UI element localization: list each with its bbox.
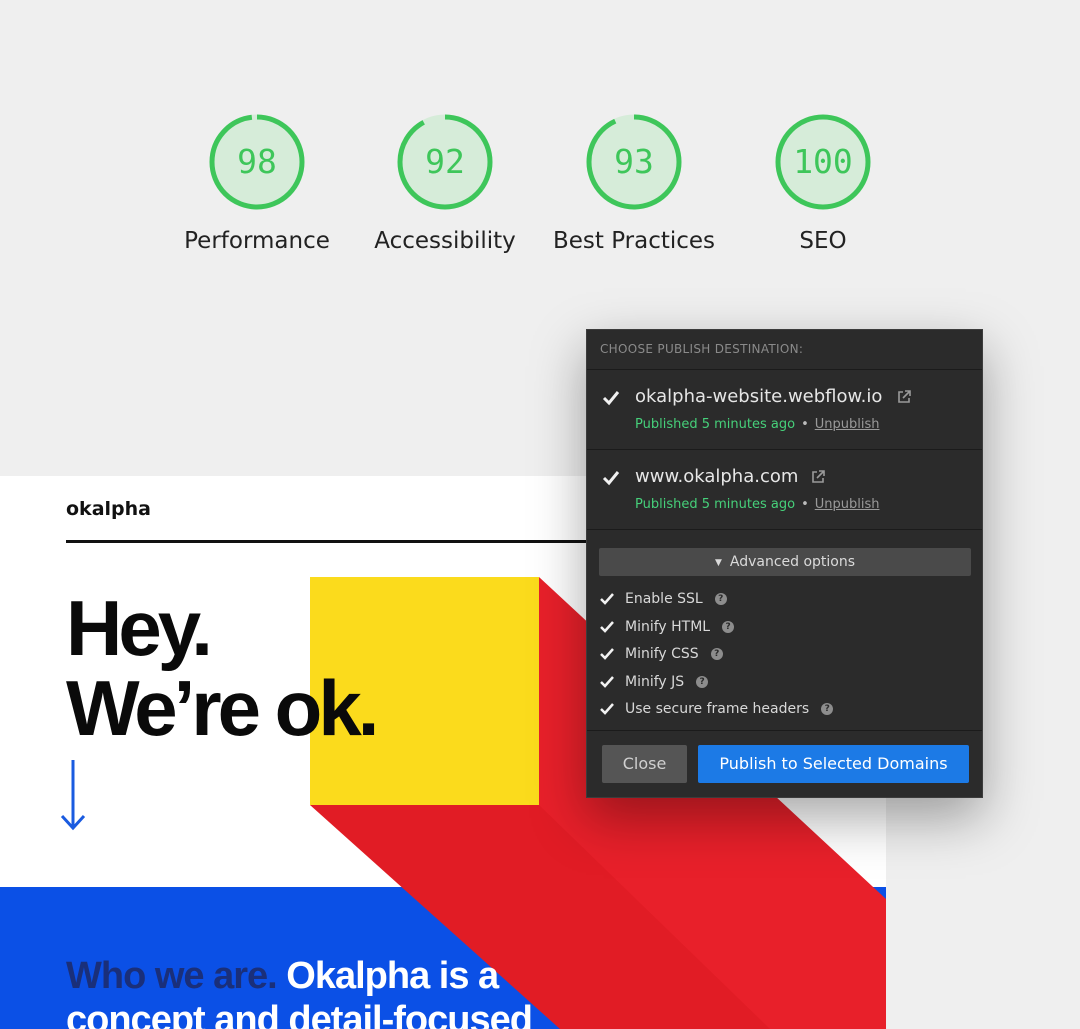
option-checkbox[interactable] xyxy=(599,674,615,690)
down-arrow-icon[interactable] xyxy=(60,756,86,832)
publish-button[interactable]: Publish to Selected Domains xyxy=(698,745,969,783)
domain-row: www.okalpha.com Published 5 minutes ago •… xyxy=(587,450,982,530)
option-label: Use secure frame headers xyxy=(625,701,810,717)
status-separator: • xyxy=(801,417,809,432)
status-separator: • xyxy=(801,497,809,512)
score-seo: 100 SEO xyxy=(733,112,913,254)
status-text: Published 5 minutes ago xyxy=(635,417,796,432)
score-value: 100 xyxy=(793,142,853,181)
help-icon[interactable]: ? xyxy=(821,703,834,715)
domain-status: Published 5 minutes ago • Unpublish xyxy=(635,417,879,432)
domain-name[interactable]: okalpha-website.webflow.io xyxy=(635,386,882,407)
option-minify-html: Minify HTML? xyxy=(599,616,971,644)
close-button[interactable]: Close xyxy=(602,745,687,783)
option-enable-ssl: Enable SSL? xyxy=(599,588,971,616)
score-label: SEO xyxy=(799,228,847,254)
intro-text: Who we are. Okalpha is a concept and det… xyxy=(66,954,826,1029)
score-label: Best Practices xyxy=(552,228,716,254)
unpublish-link[interactable]: Unpublish xyxy=(815,417,880,432)
external-link-icon[interactable] xyxy=(897,390,911,404)
publish-panel: CHOOSE PUBLISH DESTINATION: okalpha-webs… xyxy=(586,329,983,798)
unpublish-link[interactable]: Unpublish xyxy=(815,497,880,512)
option-checkbox[interactable] xyxy=(599,646,615,662)
help-icon[interactable]: ? xyxy=(710,648,723,660)
help-icon[interactable]: ? xyxy=(722,620,735,633)
status-text: Published 5 minutes ago xyxy=(635,497,796,512)
score-performance: 98 Performance xyxy=(167,112,347,254)
domain-status: Published 5 minutes ago • Unpublish xyxy=(635,497,879,512)
domain-row: okalpha-website.webflow.io Published 5 m… xyxy=(587,370,982,450)
score-label: Accessibility xyxy=(374,228,516,254)
score-best-practices: 93 Best Practices xyxy=(544,112,724,254)
score-gauge: 98 xyxy=(207,112,307,212)
advanced-options-list: Enable SSL? Minify HTML? Minify CSS? Min… xyxy=(599,588,971,726)
score-accessibility: 92 Accessibility xyxy=(355,112,535,254)
advanced-options-label: Advanced options xyxy=(729,554,856,570)
domain-name[interactable]: www.okalpha.com xyxy=(635,466,798,487)
advanced-options-toggle[interactable]: ▼ Advanced options xyxy=(599,548,971,576)
option-minify-js: Minify JS? xyxy=(599,671,971,699)
help-icon[interactable]: ? xyxy=(714,593,727,605)
score-value: 93 xyxy=(614,142,654,181)
option-minify-css: Minify CSS? xyxy=(599,643,971,671)
option-checkbox[interactable] xyxy=(599,701,615,717)
score-gauge: 92 xyxy=(395,112,495,212)
panel-footer: Close Publish to Selected Domains xyxy=(587,730,982,797)
site-headline: Hey. We’re ok. xyxy=(66,584,379,752)
domain-checkbox[interactable] xyxy=(601,388,621,408)
lighthouse-scores: 98 Performance 92 Accessibility 93 Best … xyxy=(0,112,1080,262)
external-link-icon[interactable] xyxy=(811,470,825,484)
score-value: 92 xyxy=(425,142,465,181)
option-secure-frame-headers: Use secure frame headers? xyxy=(599,698,971,726)
domain-checkbox[interactable] xyxy=(601,468,621,488)
option-label: Minify HTML xyxy=(625,618,711,635)
help-icon[interactable]: ? xyxy=(696,675,709,688)
option-checkbox[interactable] xyxy=(599,619,615,635)
intro-line-2: concept and detail-focused xyxy=(66,999,533,1029)
panel-heading: CHOOSE PUBLISH DESTINATION: xyxy=(587,330,982,370)
score-label: Performance xyxy=(184,228,330,254)
site-logo[interactable]: okalpha xyxy=(66,498,151,520)
intro-body: Okalpha is a xyxy=(276,955,499,997)
option-label: Minify JS xyxy=(625,673,685,690)
score-gauge: 93 xyxy=(584,112,684,212)
headline-line-1: Hey. xyxy=(66,584,213,672)
option-label: Enable SSL xyxy=(625,591,703,607)
caret-down-icon: ▼ xyxy=(714,558,722,568)
option-checkbox[interactable] xyxy=(599,591,615,607)
intro-lead: Who we are. xyxy=(66,955,278,997)
option-label: Minify CSS xyxy=(625,646,699,662)
headline-line-2: We’re ok. xyxy=(66,664,379,752)
score-value: 98 xyxy=(237,142,277,181)
score-gauge: 100 xyxy=(773,112,873,212)
